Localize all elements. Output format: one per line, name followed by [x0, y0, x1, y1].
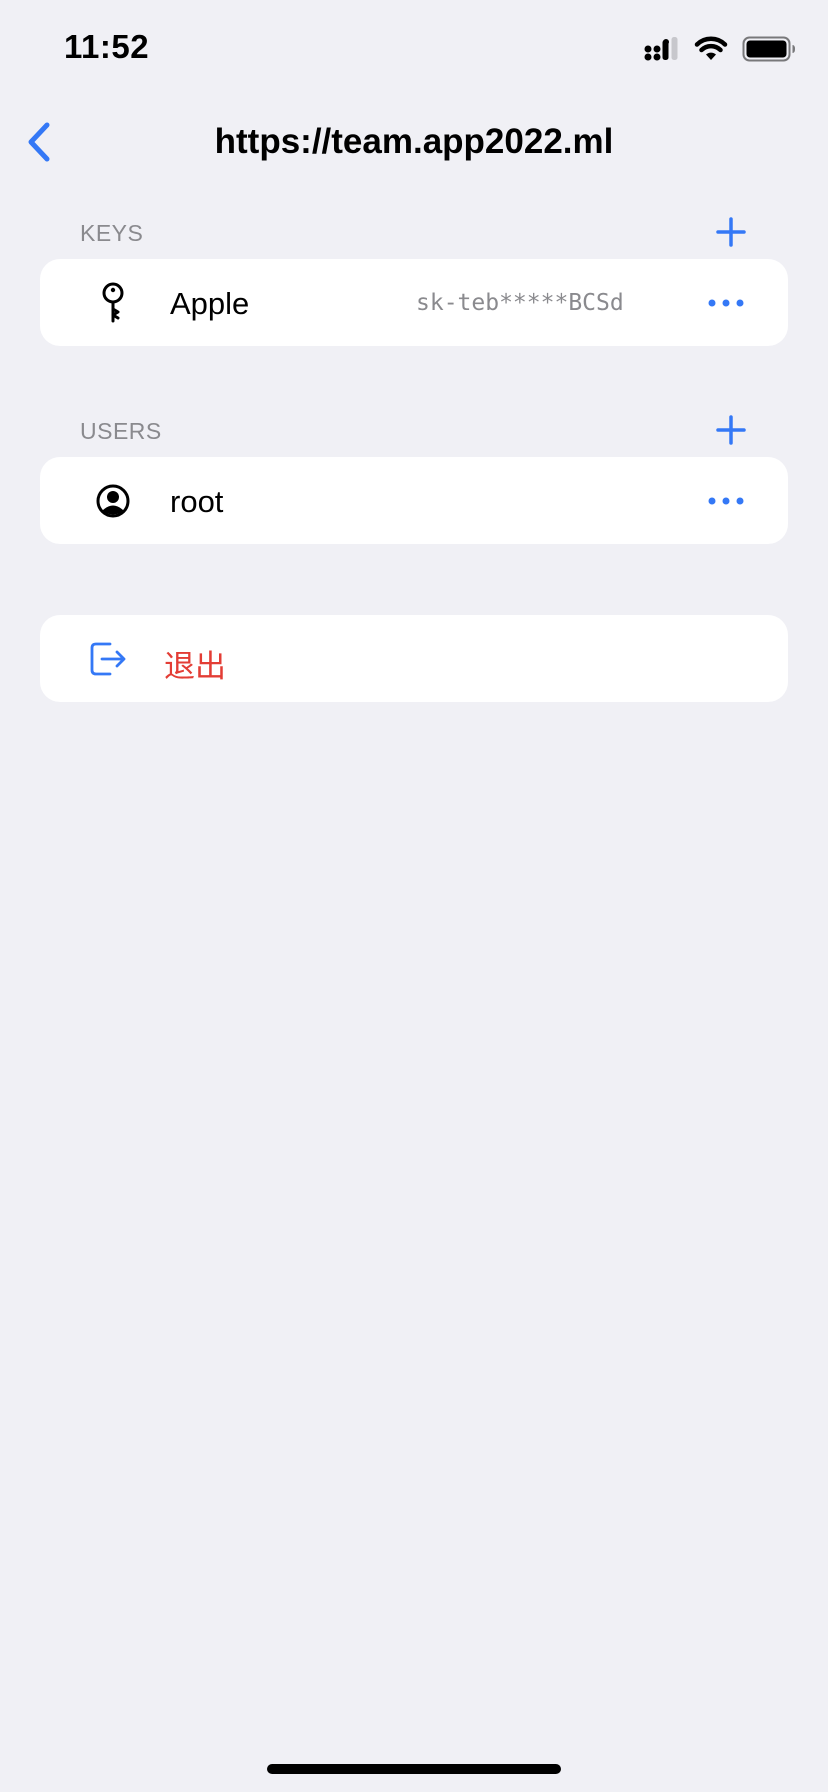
status-bar: 11:52: [0, 0, 828, 100]
key-row[interactable]: Apple sk-teb*****BCSd: [40, 259, 788, 346]
logout-icon: [86, 638, 128, 680]
user-name: root: [170, 484, 224, 519]
add-key-button[interactable]: [712, 213, 750, 251]
user-more-button[interactable]: [706, 487, 746, 515]
logout-button[interactable]: 退出: [40, 615, 788, 702]
ellipsis-icon: [708, 299, 744, 307]
users-section-header: USERS: [80, 418, 162, 444]
status-icons: [644, 36, 796, 62]
keys-section-header: KEYS: [80, 220, 144, 246]
battery-icon: [742, 36, 795, 62]
key-icon: [92, 282, 134, 324]
wifi-icon: [694, 36, 728, 60]
person-circle-icon: [92, 480, 134, 522]
cellular-signal-icon: [644, 37, 678, 61]
key-more-button[interactable]: [706, 289, 746, 317]
page-title: https://team.app2022.ml: [214, 122, 614, 161]
plus-icon: [716, 415, 746, 445]
add-user-button[interactable]: [712, 411, 750, 449]
status-time: 11:52: [64, 28, 150, 65]
key-name: Apple: [170, 286, 250, 321]
ellipsis-icon: [708, 497, 744, 505]
home-indicator[interactable]: [267, 1764, 561, 1774]
nav-bar: https://team.app2022.ml: [0, 100, 828, 184]
plus-icon: [716, 217, 746, 247]
user-row[interactable]: root: [40, 457, 788, 544]
key-value: sk-teb*****BCSd: [416, 290, 624, 316]
logout-label: 退出: [164, 649, 226, 684]
